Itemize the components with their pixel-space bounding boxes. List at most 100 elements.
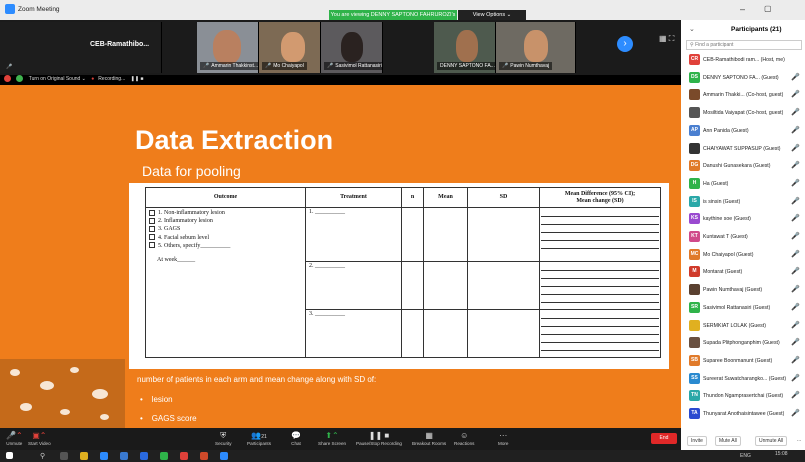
participant-row[interactable]: KS kaythine soe (Guest) 🎤 xyxy=(689,212,803,226)
mic-muted-icon: 🎤⌃ xyxy=(6,431,23,440)
chat-button[interactable]: 💬 Chat xyxy=(291,430,301,446)
unmute-all-button[interactable]: Unmute All xyxy=(755,436,788,446)
checkbox[interactable] xyxy=(149,226,155,233)
participant-row[interactable]: H Ha (Guest) 🎤 xyxy=(689,177,803,191)
zoom-icon[interactable] xyxy=(220,452,228,460)
search-icon[interactable]: ⚲ xyxy=(40,452,45,460)
participant-row[interactable]: TA Thunyarat Anothaisintawee (Guest) 🎤 xyxy=(689,407,803,421)
zoom-app-icon xyxy=(5,4,15,14)
participant-row[interactable]: CR CEB-Ramathibodi ram... (Host, me) xyxy=(689,53,803,67)
participant-row[interactable]: SERMKIAT LOLAK (Guest) 🎤 xyxy=(689,319,803,333)
start-video-button[interactable]: ▣⌃ Start Video xyxy=(28,430,51,446)
mic-status-icon: 🎤 xyxy=(791,233,800,240)
task-view-icon[interactable] xyxy=(60,452,68,460)
participant-row[interactable]: CHAIYAWAT SUPPASUP (Guest) 🎤 xyxy=(689,142,803,156)
unmute-button[interactable]: 🎤⌃ Unmute xyxy=(6,430,23,446)
pause-recording-icon[interactable]: ❚❚ ■ xyxy=(131,76,144,82)
avatar: DG xyxy=(689,160,700,172)
store-icon[interactable] xyxy=(100,452,108,460)
more-button[interactable]: ··· More xyxy=(498,430,508,446)
mic-status-icon: 🎤 xyxy=(791,179,800,187)
avatar xyxy=(689,107,700,119)
extraction-form: Outcome Treatment n Mean SD Mean Differe… xyxy=(129,183,669,369)
participant-name: 🎤 Sasivimol Rattanasiri xyxy=(324,62,382,70)
participant-row[interactable]: DS DENNY SAPTONO FA... (Guest) 🎤 xyxy=(689,71,803,85)
video-tile-sasivimol[interactable]: 🎤 Sasivimol Rattanasiri xyxy=(321,22,383,73)
chrome-icon[interactable] xyxy=(180,452,188,460)
avatar xyxy=(689,89,700,101)
mic-status-icon: 🎤 xyxy=(791,73,800,81)
avatar: TA xyxy=(689,408,700,419)
participant-row[interactable]: KT Kuntawat T (Guest) 🎤 xyxy=(689,230,803,244)
mail-icon[interactable] xyxy=(120,452,128,460)
checkbox[interactable] xyxy=(149,209,155,216)
participant-row[interactable]: SS Sureerat Suwatcharangko... (Guest) 🎤 xyxy=(689,372,803,386)
checkbox[interactable] xyxy=(149,242,155,249)
avatar: KT xyxy=(689,231,700,242)
participant-name: Mosiltida Vaiyapat (Co-host, guest) xyxy=(703,110,784,117)
breakout-rooms-button[interactable]: ▦ Breakout Rooms xyxy=(412,430,446,446)
participant-name: Supada Plitphonganphim (Guest) xyxy=(703,340,780,347)
next-page-icon[interactable]: › xyxy=(617,36,633,52)
security-button[interactable]: ⛨ Security xyxy=(215,430,232,446)
outcome-item: 3. GAGS xyxy=(149,225,302,233)
video-tile-pawin[interactable]: 🎤 Pawin Numthavaj xyxy=(496,22,576,73)
checkbox[interactable] xyxy=(149,217,155,224)
restore-button[interactable]: ▢ xyxy=(764,4,772,13)
participant-video xyxy=(456,30,478,62)
edge-icon[interactable] xyxy=(140,452,148,460)
participant-row[interactable]: SR Sasivimol Rattanasiri (Guest) 🎤 xyxy=(689,301,803,315)
clock[interactable]: 15:08 xyxy=(775,451,788,457)
powerpoint-icon[interactable] xyxy=(200,452,208,460)
mic-status-icon: 🎤 xyxy=(791,109,800,117)
participant-name: Sasivimol Rattanasiri (Guest) xyxy=(703,304,771,311)
pause-recording-button[interactable]: ❚❚ ■ Pause/Stop Recording xyxy=(356,430,402,446)
reactions-button[interactable]: ☺ Reactions xyxy=(454,430,474,446)
find-participant-input[interactable]: ⚲ Find a participant xyxy=(686,40,802,50)
shield-icon: ⛨ xyxy=(220,431,227,440)
file-explorer-icon[interactable] xyxy=(80,452,88,460)
more-options-button[interactable]: ... xyxy=(794,436,804,444)
chat-icon: 💬 xyxy=(291,431,301,440)
end-meeting-button[interactable]: End xyxy=(651,433,677,444)
participant-name: 🎤 Ammarin Thakkinst... xyxy=(200,62,258,70)
participants-button[interactable]: 👥21 Participants xyxy=(247,430,271,446)
share-screen-button[interactable]: ⬆⌃ Share Screen xyxy=(318,430,346,446)
minimize-button[interactable]: – xyxy=(740,4,745,14)
chevron-down-icon[interactable]: ⌄ xyxy=(689,25,695,33)
participant-row[interactable]: Mosiltida Vaiyapat (Co-host, guest) 🎤 xyxy=(689,106,803,120)
participant-row[interactable]: IS is sinsin (Guest) 🎤 xyxy=(689,195,803,209)
video-off-icon: ▣⌃ xyxy=(32,431,47,440)
participant-row[interactable]: DG Danushi Gunasekara (Guest) 🎤 xyxy=(689,159,803,173)
video-tile-host[interactable]: CEB-Ramathibo... 🎤 xyxy=(0,22,162,73)
video-tile-denny[interactable]: DENNY SAPTONO FA... xyxy=(434,22,496,73)
participant-row[interactable]: AP Ann Panida (Guest) 🎤 xyxy=(689,124,803,138)
outcome-item: 5. Others, specify__________ xyxy=(149,242,302,250)
video-tile-ammarin[interactable]: 🎤 Ammarin Thakkinst... xyxy=(197,22,259,73)
avatar: TN xyxy=(689,390,700,402)
participant-row[interactable]: Ammarin Thakki... (Co-host, guest) 🎤 xyxy=(689,88,803,102)
participant-row[interactable]: Pawin Numthavaj (Guest) 🎤 xyxy=(689,283,803,297)
video-tile-mo[interactable]: 🎤 Mo Chaiyapol xyxy=(259,22,321,73)
invite-button[interactable]: Invite xyxy=(687,436,707,446)
view-options-button[interactable]: View Options ⌄ xyxy=(458,10,526,20)
avatar: CR xyxy=(689,54,700,65)
bullet-lesion: • lesion xyxy=(140,395,173,404)
fullscreen-icon[interactable]: ▦ ⛶ xyxy=(659,34,674,44)
language-indicator[interactable]: ENG xyxy=(740,453,751,459)
participant-row[interactable]: TN Thundon Ngamprasertchai (Guest) 🎤 xyxy=(689,389,803,403)
checkbox[interactable] xyxy=(149,234,155,241)
header-n: n xyxy=(401,187,424,208)
original-sound-toggle[interactable]: Turn on Original Sound ⌄ xyxy=(29,76,86,82)
audio-icon[interactable] xyxy=(4,75,11,82)
participant-video xyxy=(213,30,241,64)
app-icon[interactable] xyxy=(160,452,168,460)
participant-row[interactable]: M Montarat (Guest) 🎤 xyxy=(689,265,803,279)
start-icon[interactable] xyxy=(6,452,13,459)
participant-row[interactable]: Supada Plitphonganphim (Guest) 🎤 xyxy=(689,336,803,350)
mute-all-button[interactable]: Mute All xyxy=(715,436,741,446)
participant-name: CHAIYAWAT SUPPASUP (Guest) xyxy=(703,145,781,152)
participant-row[interactable]: SB Suparee Boonmanunt (Guest) 🎤 xyxy=(689,354,803,368)
participant-row[interactable]: MC Mo Chaiyapol (Guest) 🎤 xyxy=(689,248,803,262)
shield-icon xyxy=(16,75,24,82)
